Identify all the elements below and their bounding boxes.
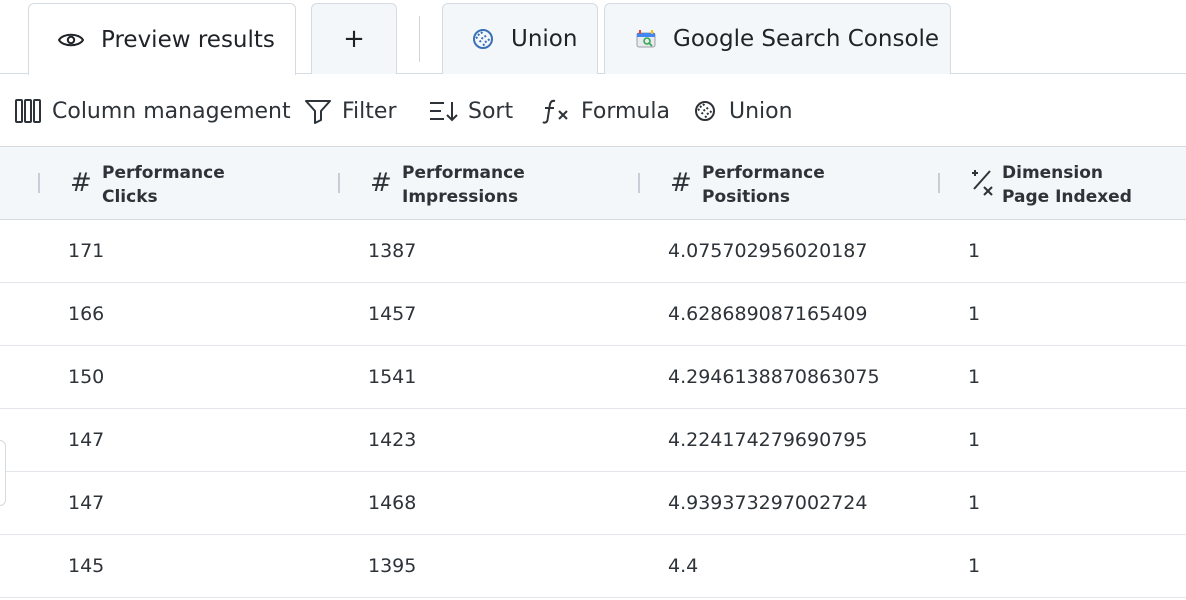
cell-positions: 4.075702956020187: [668, 240, 868, 262]
union-icon: [691, 97, 719, 125]
cell-page-indexed: 1: [968, 555, 981, 577]
results-table: # Performance Clicks # Performance Impress…: [0, 146, 1186, 598]
column-header-impressions[interactable]: # Performance Impressions: [338, 147, 638, 219]
number-type-icon: #: [670, 168, 692, 198]
table-header: # Performance Clicks # Performance Impress…: [0, 146, 1186, 220]
column-header-label: Dimension Page Indexed: [1002, 163, 1132, 207]
column-resize-handle[interactable]: [638, 173, 640, 193]
column-management-button[interactable]: Column management: [14, 96, 291, 126]
union-button[interactable]: Union: [691, 96, 793, 126]
column-resize-handle[interactable]: [38, 173, 40, 193]
tool-label: Column management: [52, 98, 291, 124]
tool-label: Formula: [581, 98, 670, 124]
formula-icon: [541, 98, 571, 124]
tab-divider: [419, 16, 420, 62]
tab-preview-results[interactable]: Preview results: [28, 3, 296, 75]
plus-icon: +: [343, 24, 365, 54]
tab-bar: Preview results + Union Google Search Co…: [0, 0, 1186, 75]
number-type-icon: #: [70, 168, 92, 198]
sort-button[interactable]: Sort: [428, 96, 513, 126]
cell-clicks: 150: [68, 366, 105, 388]
cell-impressions: 1423: [368, 429, 417, 451]
column-header-label: Performance Positions: [702, 163, 825, 207]
tool-label: Union: [729, 98, 793, 124]
cell-clicks: 147: [68, 429, 105, 451]
boolean-icon: [970, 169, 996, 204]
cell-page-indexed: 1: [968, 240, 981, 262]
tab-label: Union: [511, 26, 578, 52]
cell-clicks: 171: [68, 240, 105, 262]
cell-page-indexed: 1: [968, 492, 981, 514]
column-resize-handle[interactable]: [938, 173, 940, 193]
tab-google-search-console[interactable]: Google Search Console: [604, 3, 951, 74]
filter-button[interactable]: Filter: [304, 96, 396, 126]
columns-icon: [14, 98, 42, 124]
google-search-console-icon: [633, 28, 659, 50]
column-header-clicks[interactable]: # Performance Clicks: [38, 147, 338, 219]
column-resize-handle[interactable]: [338, 173, 340, 193]
cell-impressions: 1468: [368, 492, 417, 514]
tab-label: Google Search Console: [673, 26, 940, 52]
union-icon: [469, 26, 497, 52]
cell-clicks: 145: [68, 555, 105, 577]
cell-positions: 4.939373297002724: [668, 492, 868, 514]
side-panel-handle[interactable]: [0, 440, 6, 506]
column-header-label: Performance Clicks: [102, 163, 225, 207]
cell-positions: 4.2946138870863075: [668, 366, 880, 388]
cell-page-indexed: 1: [968, 303, 981, 325]
cell-impressions: 1541: [368, 366, 417, 388]
filter-icon: [304, 98, 332, 124]
table-row[interactable]: 150 1541 4.2946138870863075 1: [0, 346, 1186, 409]
cell-positions: 4.4: [668, 555, 699, 577]
tool-label: Filter: [342, 98, 397, 124]
cell-page-indexed: 1: [968, 429, 981, 451]
column-header-page-indexed[interactable]: Dimension Page Indexed: [938, 147, 1186, 219]
table-row[interactable]: 171 1387 4.075702956020187 1: [0, 220, 1186, 283]
formula-button[interactable]: Formula: [541, 96, 670, 126]
table-row[interactable]: 145 1395 4.4 1: [0, 535, 1186, 598]
cell-positions: 4.628689087165409: [668, 303, 868, 325]
toolbar: Column management Filter Sort Formula Un…: [0, 74, 1186, 146]
table-row[interactable]: 166 1457 4.628689087165409 1: [0, 283, 1186, 346]
add-tab-button[interactable]: +: [311, 3, 397, 74]
tab-label: Preview results: [101, 26, 275, 53]
column-header-label: Performance Impressions: [402, 163, 525, 207]
cell-impressions: 1387: [368, 240, 417, 262]
table-row[interactable]: 147 1423 4.224174279690795 1: [0, 409, 1186, 472]
cell-impressions: 1395: [368, 555, 417, 577]
number-type-icon: #: [370, 168, 392, 198]
cell-page-indexed: 1: [968, 366, 981, 388]
column-header-positions[interactable]: # Performance Positions: [638, 147, 938, 219]
table-row[interactable]: 147 1468 4.939373297002724 1: [0, 472, 1186, 535]
eye-icon: [57, 31, 85, 49]
cell-clicks: 166: [68, 303, 105, 325]
cell-positions: 4.224174279690795: [668, 429, 868, 451]
cell-impressions: 1457: [368, 303, 417, 325]
sort-icon: [428, 99, 458, 123]
cell-clicks: 147: [68, 492, 105, 514]
tool-label: Sort: [468, 98, 514, 124]
tab-union[interactable]: Union: [442, 3, 598, 74]
